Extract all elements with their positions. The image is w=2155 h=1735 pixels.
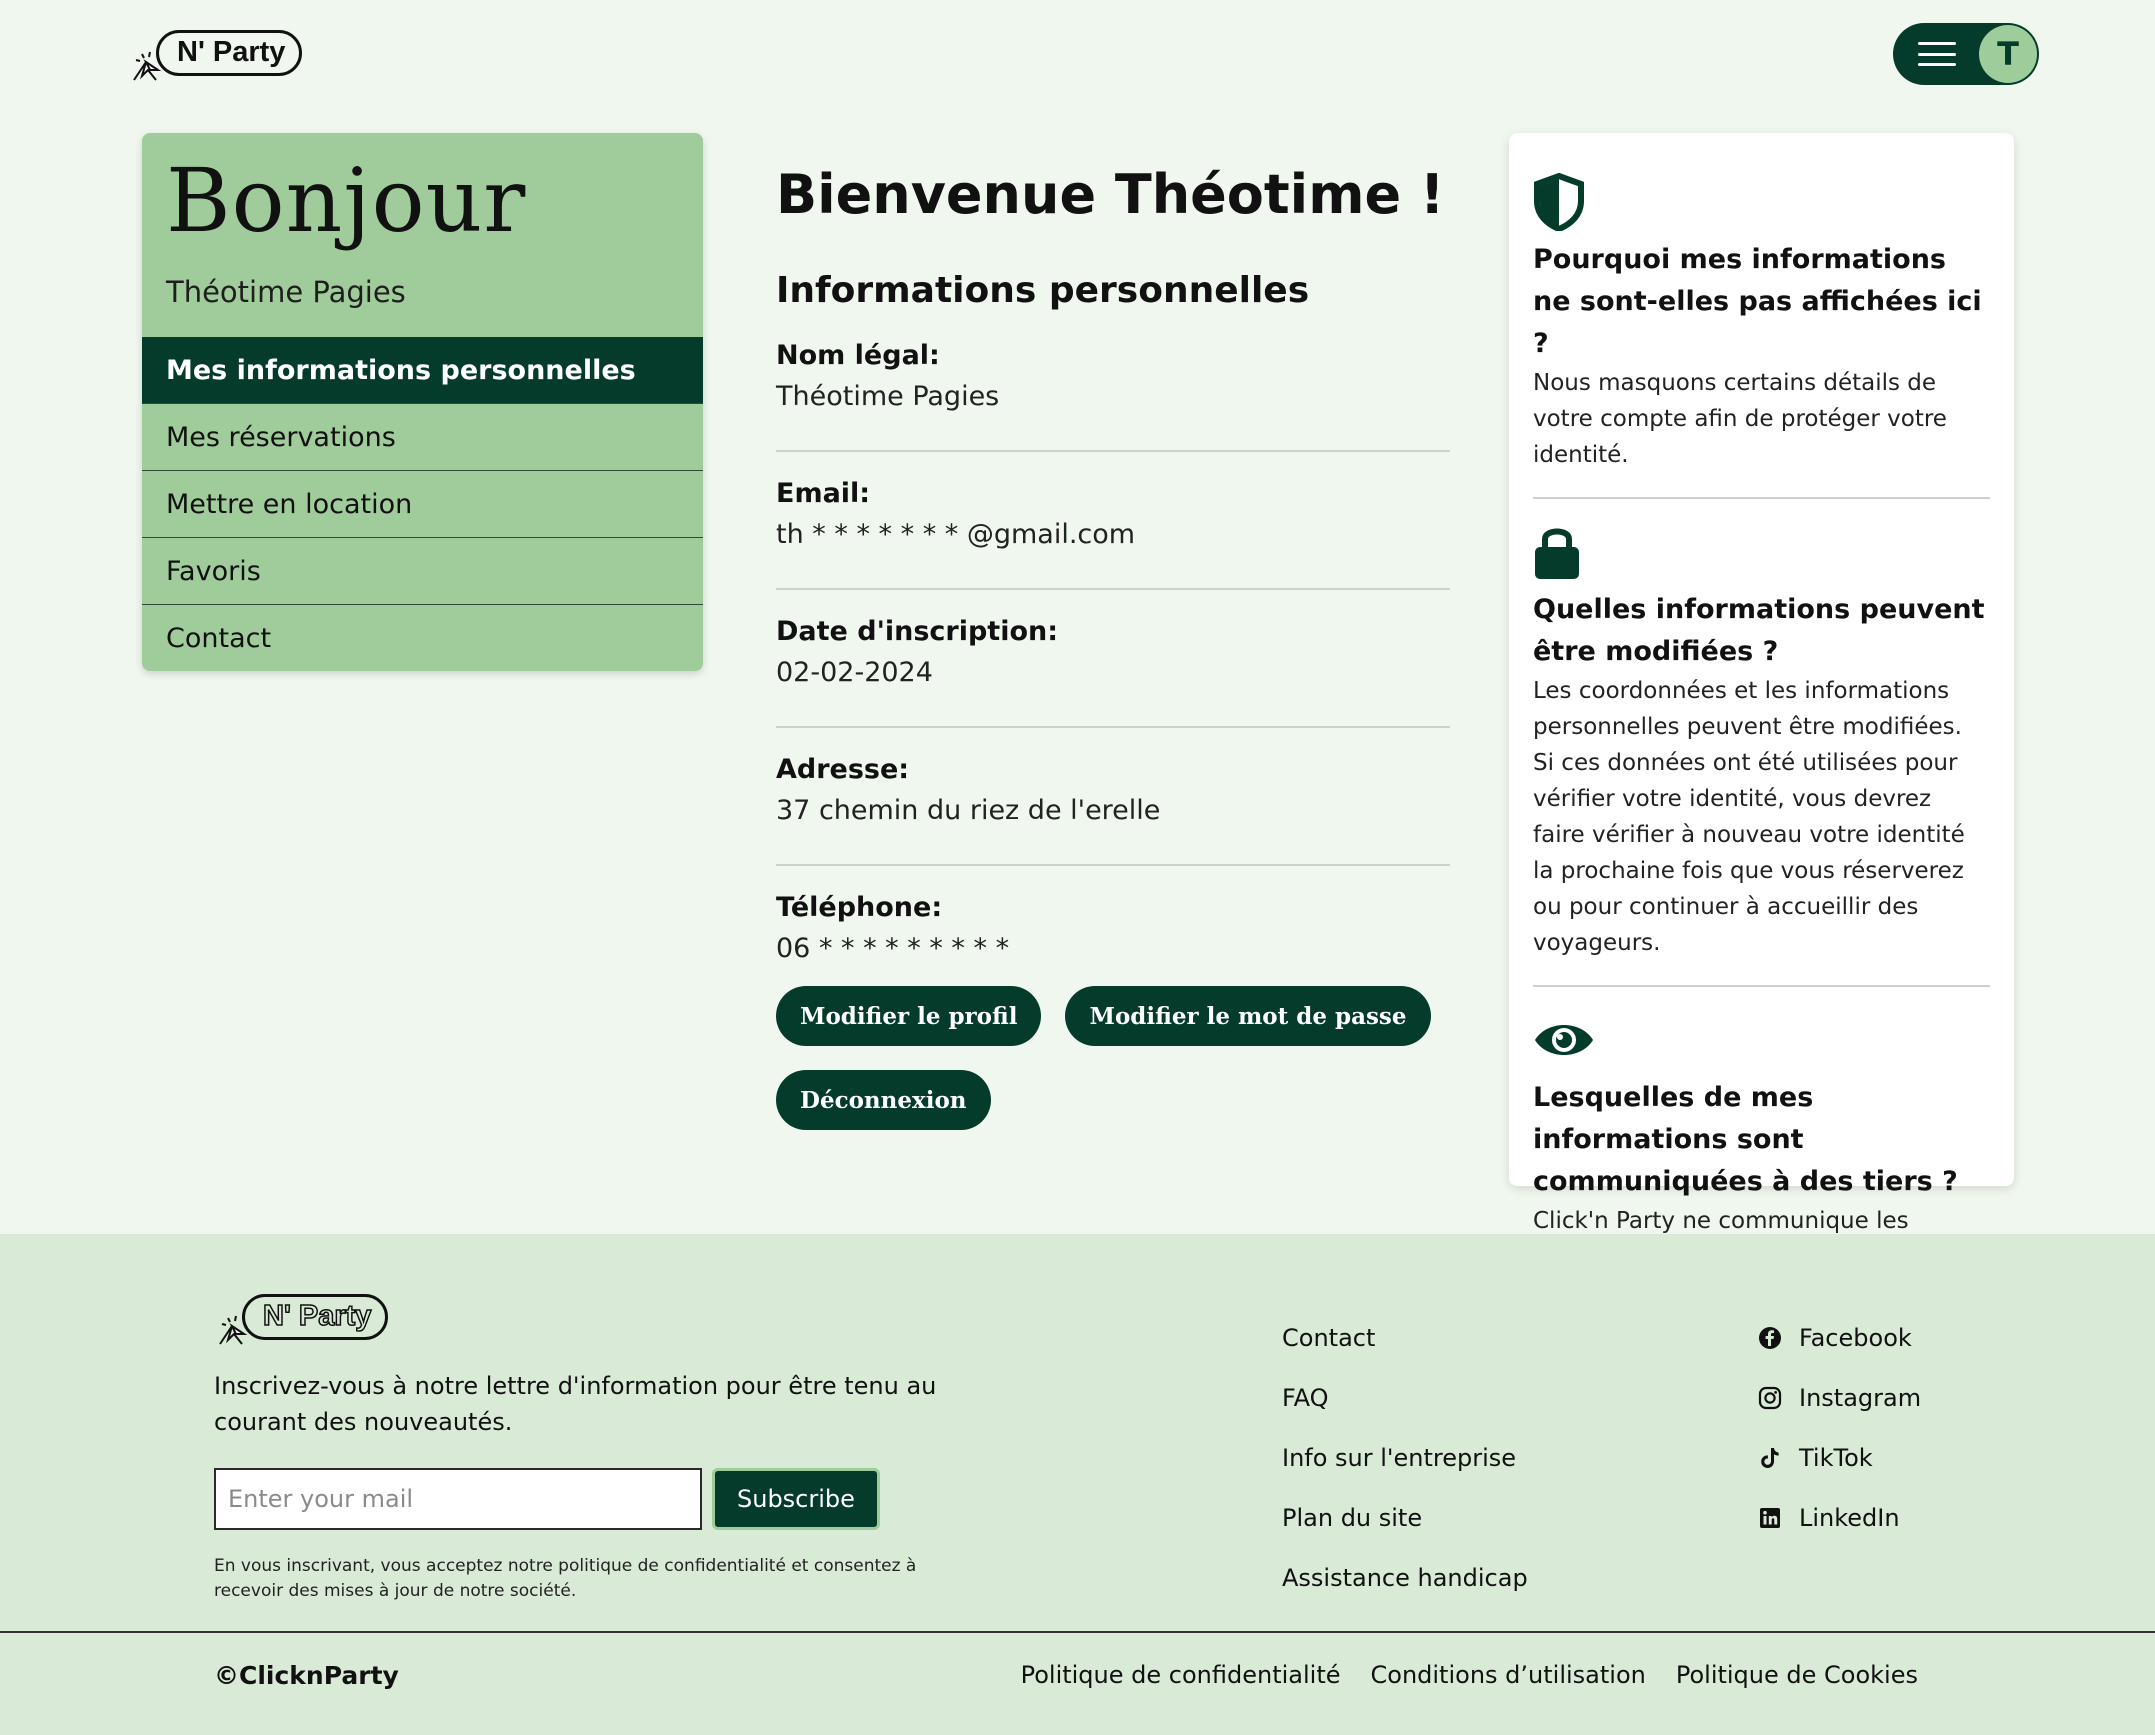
- tiktok-icon: [1757, 1445, 1783, 1471]
- user-menu-button[interactable]: T: [1893, 23, 2039, 85]
- sidebar-user-name: Théotime Pagies: [166, 275, 406, 309]
- main-content: Bienvenue Théotime ! Informations person…: [776, 160, 1450, 1130]
- info-label: Adresse:: [776, 754, 910, 785]
- info-legal-name: Nom légal: Théotime Pagies: [776, 316, 1450, 452]
- newsletter-disclaimer: En vous inscrivant, vous acceptez notre …: [214, 1556, 917, 1601]
- instagram-icon: [1757, 1385, 1783, 1411]
- footer-link-sitemap[interactable]: Plan du site: [1282, 1488, 1528, 1548]
- info-value: 37 chemin du riez de l'erelle: [776, 795, 1161, 826]
- info-value: 06 * * * * * * * * *: [776, 933, 1010, 964]
- social-link-facebook[interactable]: Facebook: [1757, 1308, 1921, 1368]
- greeting-title: Bonjour: [166, 149, 527, 252]
- logout-button[interactable]: Déconnexion: [776, 1070, 991, 1130]
- card-section-editable-info: Quelles informations peuvent être modifi…: [1533, 523, 1990, 987]
- social-label: LinkedIn: [1799, 1504, 1900, 1532]
- hamburger-icon: [1918, 42, 1956, 66]
- info-label: Email:: [776, 478, 871, 509]
- email-field[interactable]: [214, 1468, 702, 1530]
- profile-actions: Modifier le profil Modifier le mot de pa…: [776, 986, 1450, 1130]
- social-link-instagram[interactable]: Instagram: [1757, 1368, 1921, 1428]
- site-logo[interactable]: N' Party: [128, 22, 303, 84]
- subscribe-button[interactable]: Subscribe: [712, 1468, 880, 1530]
- card-text: Nous masquons certains détails de votre …: [1533, 370, 1947, 468]
- info-label: Nom légal:: [776, 340, 940, 371]
- linkedin-icon: [1757, 1505, 1783, 1531]
- sidebar-item-rent-out[interactable]: Mettre en location: [142, 471, 703, 538]
- info-address: Adresse: 37 chemin du riez de l'erelle: [776, 728, 1450, 866]
- sidebar-item-contact[interactable]: Contact: [142, 605, 703, 671]
- sidebar-nav: Mes informations personnelles Mes réserv…: [142, 337, 703, 671]
- edit-password-button[interactable]: Modifier le mot de passe: [1065, 986, 1431, 1046]
- card-section-hidden-info: Pourquoi mes informations ne sont-elles …: [1533, 173, 1990, 499]
- sidebar-item-favorites[interactable]: Favoris: [142, 538, 703, 605]
- site-header: N' Party T: [0, 0, 2155, 120]
- legal-link-privacy[interactable]: Politique de confidentialité: [1021, 1661, 1341, 1689]
- info-value: th * * * * * * * @gmail.com: [776, 519, 1136, 550]
- logo-text: N' Party: [242, 1294, 389, 1340]
- site-footer: N' Party Inscrivez-vous à notre lettre d…: [0, 1234, 2155, 1735]
- sidebar-item-personal-info[interactable]: Mes informations personnelles: [142, 337, 703, 404]
- account-sidebar: Bonjour Théotime Pagies Mes informations…: [142, 133, 703, 671]
- info-phone: Téléphone: 06 * * * * * * * * *: [776, 866, 1450, 986]
- footer-link-faq[interactable]: FAQ: [1282, 1368, 1528, 1428]
- info-signup-date: Date d'inscription: 02-02-2024: [776, 590, 1450, 728]
- edit-profile-button[interactable]: Modifier le profil: [776, 986, 1042, 1046]
- social-label: Facebook: [1799, 1324, 1912, 1352]
- card-title: Pourquoi mes informations ne sont-elles …: [1533, 244, 1982, 359]
- card-title: Quelles informations peuvent être modifi…: [1533, 594, 1985, 667]
- footer-link-accessibility[interactable]: Assistance handicap: [1282, 1548, 1528, 1608]
- logo-text: N' Party: [156, 30, 303, 76]
- card-text: Les coordonnées et les informations pers…: [1533, 678, 1965, 956]
- section-title: Informations personnelles: [776, 270, 1310, 311]
- legal-link-terms[interactable]: Conditions d’utilisation: [1371, 1661, 1646, 1689]
- facebook-icon: [1757, 1325, 1783, 1351]
- newsletter-text: Inscrivez-vous à notre lettre d'informat…: [214, 1372, 937, 1436]
- newsletter-form: Subscribe: [214, 1468, 880, 1530]
- social-link-tiktok[interactable]: TikTok: [1757, 1428, 1921, 1488]
- avatar: T: [1979, 25, 2037, 83]
- eye-icon: [1533, 1011, 1990, 1069]
- legal-links: Politique de confidentialité Conditions …: [1021, 1661, 1918, 1689]
- social-links: Facebook Instagram TikTok LinkedIn: [1757, 1308, 1921, 1548]
- footer-bottom-bar: ©ClicknParty Politique de confidentialit…: [0, 1631, 2155, 1735]
- legal-link-cookies[interactable]: Politique de Cookies: [1676, 1661, 1918, 1689]
- footer-link-company-info[interactable]: Info sur l'entreprise: [1282, 1428, 1528, 1488]
- footer-logo[interactable]: N' Party: [214, 1286, 389, 1348]
- copyright: ©ClicknParty: [214, 1661, 399, 1690]
- page-title: Bienvenue Théotime !: [776, 163, 1445, 226]
- sidebar-item-reservations[interactable]: Mes réservations: [142, 404, 703, 471]
- social-link-linkedin[interactable]: LinkedIn: [1757, 1488, 1921, 1548]
- info-label: Téléphone:: [776, 892, 943, 923]
- info-email: Email: th * * * * * * * @gmail.com: [776, 452, 1450, 590]
- info-label: Date d'inscription:: [776, 616, 1059, 647]
- info-value: Théotime Pagies: [776, 381, 1000, 412]
- lock-icon: [1533, 523, 1990, 581]
- footer-links: Contact FAQ Info sur l'entreprise Plan d…: [1282, 1308, 1528, 1608]
- footer-link-contact[interactable]: Contact: [1282, 1308, 1528, 1368]
- info-value: 02-02-2024: [776, 657, 933, 688]
- privacy-info-card: Pourquoi mes informations ne sont-elles …: [1509, 133, 2014, 1342]
- social-label: TikTok: [1799, 1444, 1873, 1472]
- shield-icon: [1533, 173, 1990, 231]
- social-label: Instagram: [1799, 1384, 1922, 1412]
- card-title: Lesquelles de mes informations sont comm…: [1533, 1082, 1958, 1197]
